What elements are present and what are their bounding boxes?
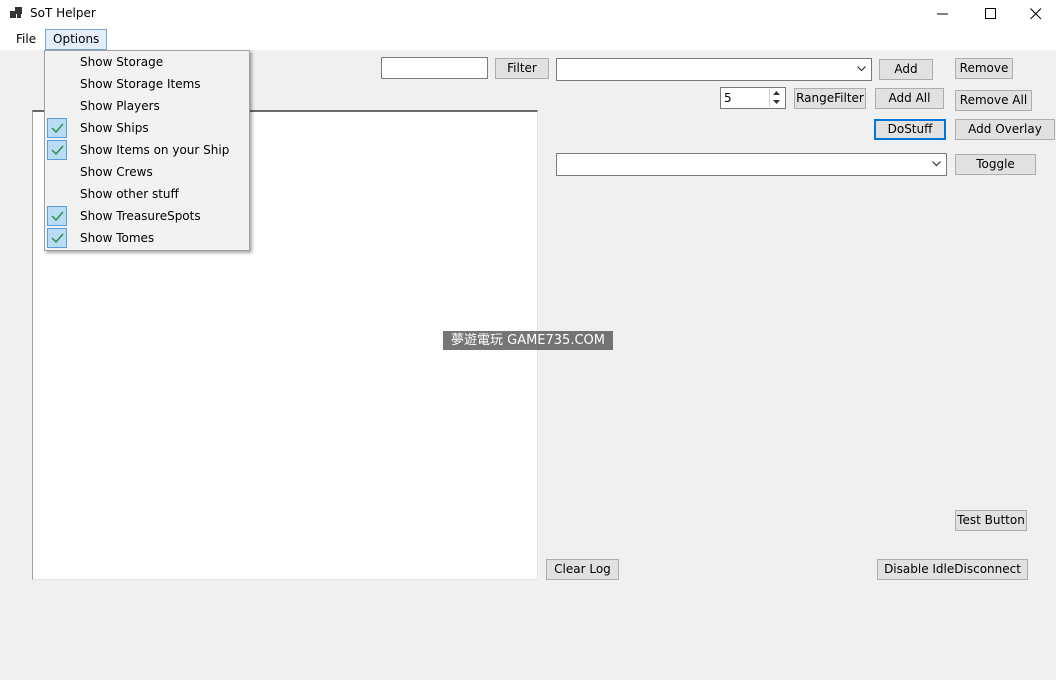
menu-item-show-other-stuff[interactable]: Show other stuff [45, 183, 249, 205]
menu-item-label: Show Players [80, 99, 160, 113]
menu-item-label: Show TreasureSpots [80, 209, 201, 223]
menu-item-show-tomes[interactable]: Show Tomes [45, 227, 249, 249]
disable-idle-disconnect-button[interactable]: Disable IdleDisconnect [877, 559, 1028, 580]
add-all-button[interactable]: Add All [875, 88, 944, 109]
filter-button[interactable]: Filter [495, 58, 549, 79]
check-icon [47, 140, 67, 160]
menu-item-show-storage[interactable]: Show Storage [45, 51, 249, 73]
test-button[interactable]: Test Button [955, 510, 1027, 531]
menu-item-label: Show Items on your Ship [80, 143, 230, 157]
title-bar[interactable] [0, 0, 1056, 28]
spin-down-button[interactable] [769, 98, 784, 107]
clear-log-button[interactable]: Clear Log [546, 559, 619, 580]
menu-item-label: Show Ships [80, 121, 149, 135]
app-icon [10, 7, 22, 19]
check-icon [47, 206, 67, 226]
options-menu: Show Storage Show Storage Items Show Pla… [44, 50, 250, 251]
filter-input[interactable] [381, 57, 488, 79]
menu-item-show-ships[interactable]: Show Ships [45, 117, 249, 139]
range-value: 5 [724, 91, 732, 105]
menu-item-show-storage-items[interactable]: Show Storage Items [45, 73, 249, 95]
menu-item-show-treasurespots[interactable]: Show TreasureSpots [45, 205, 249, 227]
menu-file[interactable]: File [9, 29, 43, 50]
item-select[interactable] [556, 58, 872, 81]
toggle-button[interactable]: Toggle [955, 154, 1036, 175]
add-overlay-button[interactable]: Add Overlay [955, 119, 1055, 140]
chevron-down-icon [857, 66, 866, 72]
chevron-down-icon [932, 161, 941, 167]
menu-item-label: Show Tomes [80, 231, 155, 245]
menu-item-show-crews[interactable]: Show Crews [45, 161, 249, 183]
minimize-button[interactable] [920, 0, 966, 28]
range-stepper[interactable]: 5 [720, 87, 786, 109]
close-icon [1030, 8, 1042, 20]
spin-up-button[interactable] [769, 89, 784, 98]
arrow-down-icon [773, 100, 780, 104]
maximize-button[interactable] [968, 0, 1014, 28]
remove-button[interactable]: Remove [955, 58, 1013, 79]
menu-options[interactable]: Options [45, 29, 108, 50]
menu-item-label: Show other stuff [80, 187, 179, 201]
watermark: 夢遊電玩 GAME735.COM [443, 331, 613, 350]
window-title: SoT Helper [30, 6, 96, 20]
toggle-select[interactable] [556, 153, 947, 176]
maximize-icon [985, 8, 996, 19]
check-icon [47, 228, 67, 248]
check-icon [47, 118, 67, 138]
menu-item-show-players[interactable]: Show Players [45, 95, 249, 117]
dostuff-button[interactable]: DoStuff [874, 119, 946, 140]
menu-item-label: Show Storage [80, 55, 164, 69]
minimize-icon [937, 13, 948, 15]
menu-bar [0, 28, 1056, 50]
arrow-up-icon [773, 91, 780, 95]
range-filter-button[interactable]: RangeFilter [794, 88, 866, 109]
menu-item-label: Show Storage Items [80, 77, 201, 91]
add-button[interactable]: Add [879, 59, 933, 80]
remove-all-button[interactable]: Remove All [955, 90, 1032, 111]
close-button[interactable] [1013, 0, 1056, 28]
menu-item-label: Show Crews [80, 165, 153, 179]
menu-item-show-items-on-ship[interactable]: Show Items on your Ship [45, 139, 249, 161]
